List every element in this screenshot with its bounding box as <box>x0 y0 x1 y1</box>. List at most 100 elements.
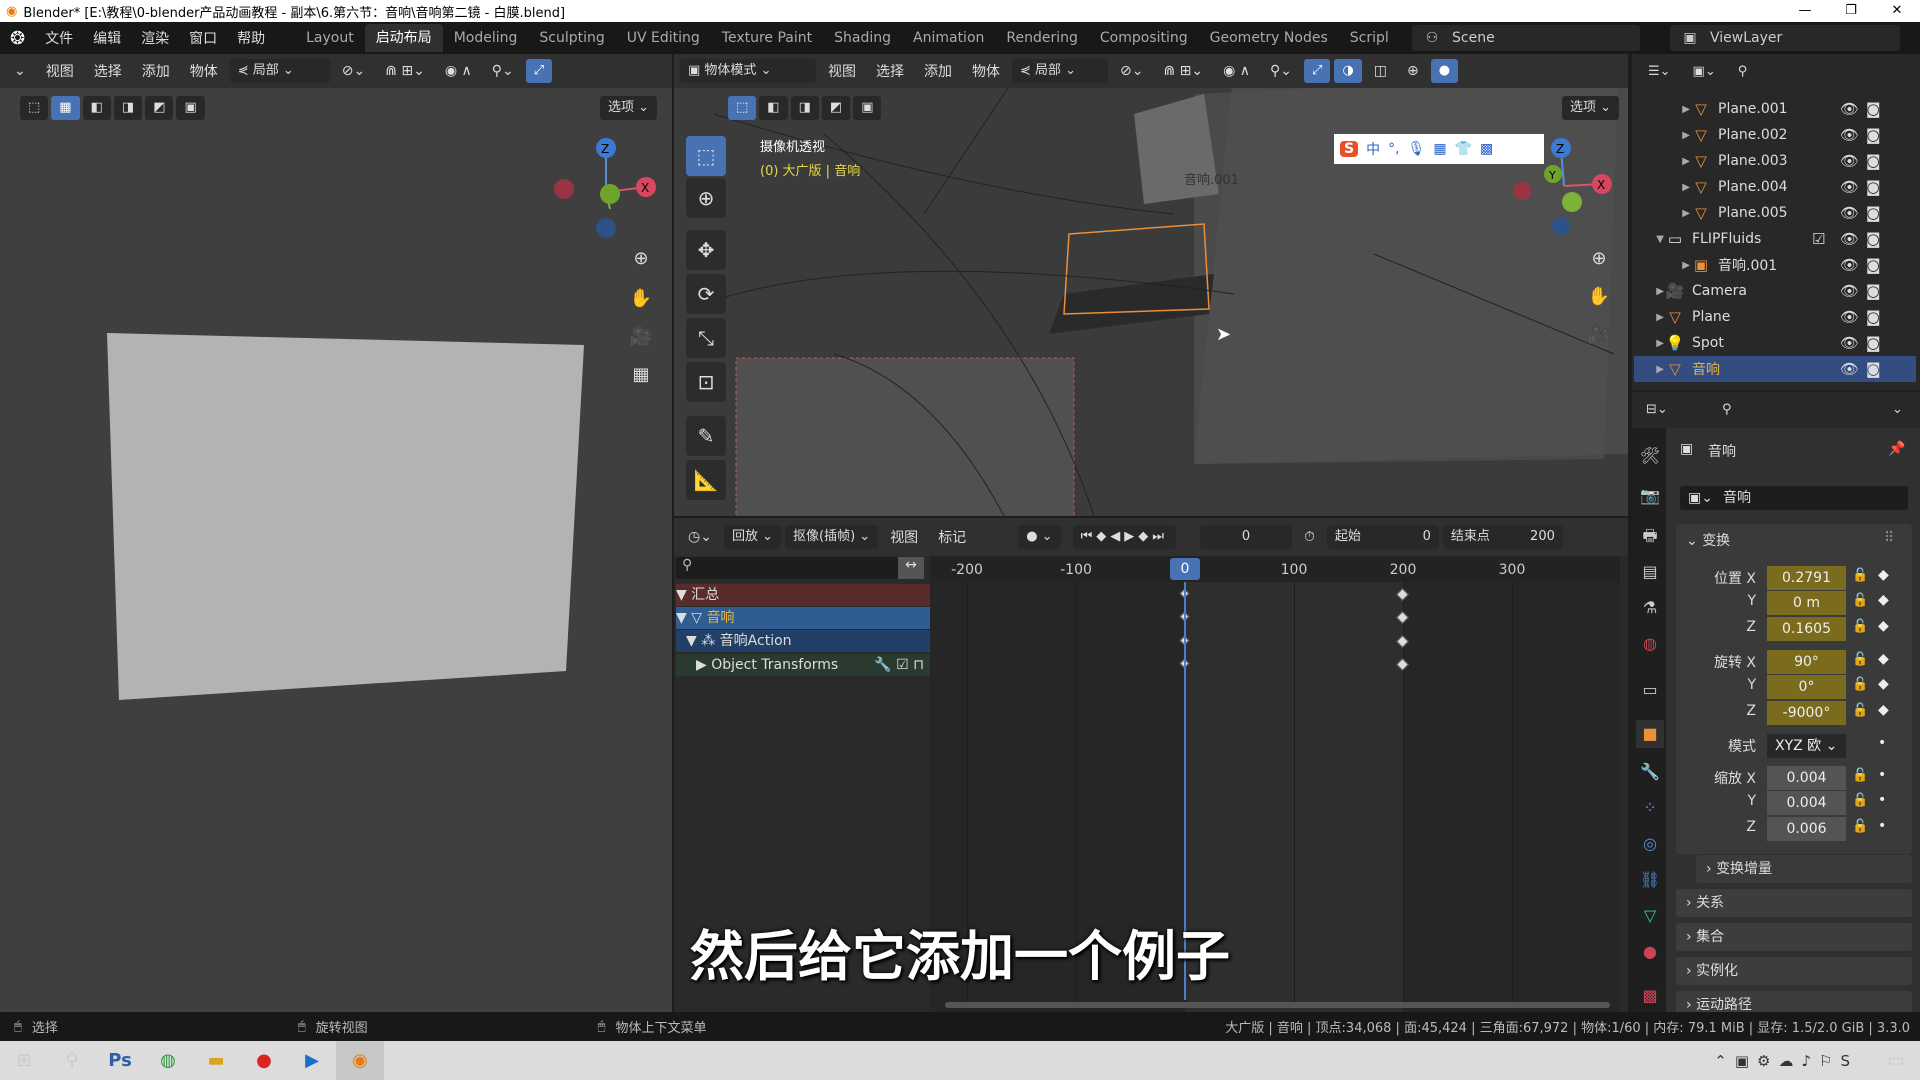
options-dropdown[interactable]: 选项 ⌄ <box>1562 96 1620 120</box>
pivot-icon[interactable]: ⊘⌄ <box>1112 63 1151 79</box>
camera-view-icon[interactable]: 🎥 <box>1584 320 1614 350</box>
cursor-tool[interactable]: ⊕ <box>686 178 726 218</box>
select-box-tool[interactable]: ⬚ <box>686 136 726 176</box>
channel-object[interactable]: ▼ ▽ 音响 <box>676 607 930 629</box>
menu-view[interactable]: 视图 <box>820 61 864 81</box>
expand-arrow-icon[interactable]: ▶ <box>1634 104 1690 115</box>
render-camera-icon[interactable]: ◙ <box>1866 230 1881 248</box>
keyframe-dot-icon[interactable]: • <box>1878 818 1886 834</box>
blender-taskbar-icon[interactable]: ◉ <box>336 1041 384 1080</box>
select-new-icon[interactable]: ⬚ <box>728 96 757 120</box>
ime-punctuation-icon[interactable]: °, <box>1388 141 1399 157</box>
properties-search-input[interactable]: ⚲ <box>1714 398 1860 422</box>
zoom-view-icon[interactable]: ⊕ <box>1584 244 1614 274</box>
tab-texture-paint[interactable]: Texture Paint <box>711 24 823 52</box>
outliner-item[interactable]: ▶ 🎥 Camera 👁 ◙ <box>1634 278 1916 304</box>
tool-tab-icon[interactable]: 🛠 <box>1636 442 1664 470</box>
blender-menu-icon[interactable]: ❂ <box>0 28 35 49</box>
expand-arrow-icon[interactable]: ▶ <box>1634 260 1690 271</box>
gizmo-toggle[interactable]: ⤢ <box>1304 59 1331 83</box>
render-camera-icon[interactable]: ◙ <box>1866 360 1881 378</box>
keyframe-dot-icon[interactable]: • <box>1878 735 1886 751</box>
tab-animation[interactable]: Animation <box>902 24 995 52</box>
menu-add[interactable]: 添加 <box>916 61 960 81</box>
windows-start-icon[interactable]: ⊞ <box>0 1041 48 1080</box>
menu-view[interactable]: 视图 <box>882 527 926 547</box>
outliner-item[interactable]: ▶ ▽ Plane.003 👁 ◙ <box>1634 148 1916 174</box>
filter-icon[interactable]: ▣⌄ <box>1684 60 1724 84</box>
menu-file[interactable]: 文件 <box>35 28 83 48</box>
current-frame-field[interactable]: 0 <box>1199 525 1292 549</box>
auto-keying-toggle[interactable]: ● ⌄ <box>1018 525 1061 549</box>
menu-select[interactable]: 选择 <box>868 61 912 81</box>
system-tray-icons[interactable]: ⌃▣⚙☁♪⚐S <box>1714 1052 1858 1070</box>
tab-startup-layout[interactable]: 启动布局 <box>364 24 443 52</box>
constraints-tab-icon[interactable]: ⛓ <box>1636 866 1664 894</box>
outliner-item[interactable]: ▶ ▽ Plane.002 👁 ◙ <box>1634 122 1916 148</box>
object-type-icon[interactable]: ▣⌄ <box>1688 486 1713 510</box>
start-frame-field[interactable]: 起始 0 <box>1326 525 1439 549</box>
expand-arrow-icon[interactable]: ▶ <box>1634 130 1690 141</box>
tab-rendering[interactable]: Rendering <box>995 24 1089 52</box>
browser-icon[interactable]: ◍ <box>144 1041 192 1080</box>
transform-panel-header[interactable]: ⌄ 变换 <box>1686 530 1730 550</box>
notifications-icon[interactable]: ▭ <box>1872 1041 1920 1080</box>
tab-layout[interactable]: Layout <box>295 24 365 52</box>
channel-action[interactable]: ▼ ⁂ 音响Action <box>676 630 930 652</box>
visibility-icon[interactable]: ⚲⌄ <box>1262 63 1300 79</box>
lock-icon[interactable]: 🔓 <box>1852 568 1868 583</box>
view-layer-selector[interactable]: ▣ ViewLayer <box>1670 25 1900 51</box>
keyframe-diamond-icon[interactable]: ◆ <box>1878 618 1889 634</box>
tab-sculpting[interactable]: Sculpting <box>528 24 615 52</box>
video-app-icon[interactable]: ▶ <box>288 1041 336 1080</box>
tab-scripting[interactable]: Scripl <box>1339 24 1400 52</box>
scale-y-field[interactable]: 0.004 <box>1767 791 1846 815</box>
swap-channel-icon[interactable]: ↔ <box>898 557 924 579</box>
rotation-mode-dropdown[interactable]: XYZ 欧 ⌄ <box>1767 734 1846 758</box>
channel-modifier-icons[interactable]: 🔧 ☑ ⊓ <box>874 654 924 676</box>
keyframe-diamond-icon[interactable]: ◆ <box>1878 676 1889 692</box>
channel-search-input[interactable]: ⚲ <box>676 557 898 579</box>
menu-marker[interactable]: 标记 <box>930 527 974 547</box>
pan-view-icon[interactable]: ✋ <box>1584 282 1614 312</box>
lock-icon[interactable]: 🔓 <box>1852 619 1868 634</box>
playback-dropdown[interactable]: 回放 ⌄ <box>723 525 781 549</box>
keying-dropdown[interactable]: 抠像(插帧) ⌄ <box>785 525 879 549</box>
rotation-z-field[interactable]: -9000° <box>1767 701 1846 725</box>
snap-icon[interactable]: ⋒ ⊞⌄ <box>1155 63 1211 79</box>
maximize-button[interactable]: ❐ <box>1828 0 1874 22</box>
wireframe-shading-icon[interactable]: ⊕ <box>1399 63 1427 79</box>
location-x-field[interactable]: 0.2791 <box>1767 566 1846 590</box>
transform-tool[interactable]: ⊡ <box>686 362 726 402</box>
outliner-item[interactable]: ▶ 💡 Spot 👁 ◙ <box>1634 330 1916 356</box>
keyframe-dot-icon[interactable]: • <box>1878 767 1886 783</box>
overlay-toggle[interactable]: ◑ <box>1334 59 1362 83</box>
eye-icon[interactable]: 👁 <box>1840 204 1859 222</box>
editor-type-clock-icon[interactable]: ◷⌄ <box>680 529 720 545</box>
exclude-checkbox[interactable]: ☑ <box>1812 230 1825 248</box>
lock-icon[interactable]: 🔓 <box>1852 703 1868 718</box>
select-subtract-icon[interactable]: ◨ <box>790 96 819 120</box>
measure-tool[interactable]: 📐 <box>686 460 726 500</box>
scale-x-field[interactable]: 0.004 <box>1767 766 1846 790</box>
menu-object[interactable]: 物体 <box>964 61 1008 81</box>
eye-icon[interactable]: 👁 <box>1840 334 1859 352</box>
menu-edit[interactable]: 编辑 <box>83 28 131 48</box>
playback-controls[interactable]: ⏮◆◀▶◆⏭ <box>1072 525 1176 549</box>
location-z-field[interactable]: 0.1605 <box>1767 617 1846 641</box>
outliner-item[interactable]: ▼ ▭ FLIPFluids ☑ 👁 ◙ <box>1634 226 1916 252</box>
render-camera-icon[interactable]: ◙ <box>1866 178 1881 196</box>
expand-arrow-icon[interactable]: ▶ <box>1634 312 1664 323</box>
scene-selector[interactable]: ⚇ Scene <box>1412 25 1640 51</box>
expand-arrow-icon[interactable]: ▶ <box>1634 364 1664 375</box>
stopwatch-icon[interactable]: ⏱ <box>1296 529 1323 545</box>
location-y-field[interactable]: 0 m <box>1767 591 1846 615</box>
render-camera-icon[interactable]: ◙ <box>1866 100 1881 118</box>
camera-3d-viewport[interactable]: 音响.001 Z X Y ▣ 物体模式 ⌄ 视图 选择 添加 物体 ⋞ 局部 ⌄… <box>674 54 1628 516</box>
select-invert-icon[interactable]: ◩ <box>821 96 851 120</box>
annotate-tool[interactable]: ✎ <box>686 416 726 456</box>
scale-tool[interactable]: ⤡ <box>686 318 726 358</box>
ime-keyboard-icon[interactable]: ▦ <box>1433 141 1446 157</box>
scale-z-field[interactable]: 0.006 <box>1767 817 1846 841</box>
lock-icon[interactable]: 🔓 <box>1852 768 1868 783</box>
